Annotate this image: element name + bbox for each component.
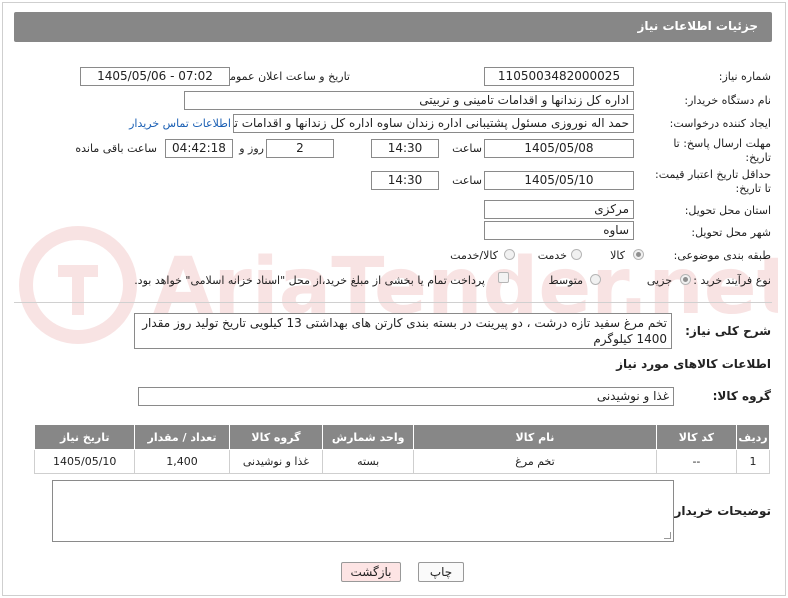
price-validity-label-date: تا تاریخ: [735, 182, 771, 195]
process-option-medium: متوسط [548, 274, 583, 287]
buyer-notes-textarea[interactable] [52, 480, 674, 542]
goods-group-label: گروه کالا: [712, 389, 771, 403]
price-validity-label: حداقل تاریخ اعتبار قیمت: [655, 168, 771, 181]
province-field: مرکزی [484, 200, 634, 219]
price-validity-time-field: 14:30 [371, 171, 439, 190]
col-goods-code: کد کالا [655, 424, 738, 450]
deadline-label-date: تاریخ: [745, 151, 771, 164]
category-radio-service[interactable] [571, 249, 582, 260]
col-goods-name: نام کالا [413, 424, 657, 450]
col-unit: واحد شمارش [322, 424, 415, 450]
days-label: روز و [239, 142, 264, 155]
col-goods-group: گروه کالا [228, 424, 324, 450]
requester-field: حمد اله نوروزی مسئول پشتیبانی اداره زندا… [233, 114, 634, 133]
col-need-date: تاریخ نیاز [33, 424, 136, 450]
cell-goods-group: غذا و نوشیدنی [228, 449, 324, 474]
buyer-org-label: نام دستگاه خریدار: [684, 94, 771, 107]
days-remaining-field: 2 [266, 139, 334, 158]
city-field: ساوه [484, 221, 634, 240]
cell-need-date: 1405/05/10 [33, 449, 136, 474]
process-radio-partial[interactable] [680, 274, 691, 285]
buyer-contact-link[interactable]: اطلاعات تماس خریدار [129, 117, 231, 130]
deadline-date-field: 1405/05/08 [484, 139, 634, 158]
process-radio-medium[interactable] [590, 274, 601, 285]
price-validity-date-field: 1405/05/10 [484, 171, 634, 190]
price-validity-time-label: ساعت [452, 174, 482, 187]
category-radio-goods-service[interactable] [504, 249, 515, 260]
print-button[interactable]: چاپ [418, 562, 464, 582]
page-header: جزئیات اطلاعات نیاز [14, 12, 772, 42]
page-title: جزئیات اطلاعات نیاز [637, 19, 758, 33]
table-header-row: ردیف کد کالا نام کالا واحد شمارش گروه کا… [33, 424, 770, 450]
city-label: شهر محل تحویل: [691, 226, 771, 239]
cell-quantity: 1,400 [134, 449, 230, 474]
back-button[interactable]: بازگشت [341, 562, 401, 582]
remaining-time-field: 04:42:18 [165, 139, 233, 158]
treasury-payment-note: پرداخت تمام یا بخشی از مبلغ خرید،از محل … [134, 274, 485, 287]
remaining-time-label: ساعت باقی مانده [75, 142, 157, 155]
col-row-number: ردیف [736, 424, 770, 450]
announce-date-label: تاریخ و ساعت اعلان عمومی: [217, 70, 350, 83]
cell-unit: بسته [322, 449, 415, 474]
category-option-goods-service: کالا/خدمت [450, 249, 498, 262]
goods-table: ردیف کد کالا نام کالا واحد شمارش گروه کا… [33, 424, 770, 474]
goods-section-title: اطلاعات کالاهای مورد نیاز [616, 357, 771, 371]
cell-goods-name: تخم مرغ [413, 449, 657, 474]
requester-label: ایجاد کننده درخواست: [669, 117, 771, 130]
separator [14, 302, 772, 303]
category-option-goods: کالا [610, 249, 625, 262]
province-label: استان محل تحویل: [684, 204, 771, 217]
category-option-service: خدمت [537, 249, 567, 262]
buyer-notes-label: توضیحات خریدار: [669, 504, 771, 518]
resize-grip-icon [664, 532, 671, 539]
treasury-payment-checkbox[interactable] [498, 272, 509, 283]
category-label: طبقه بندی موضوعی: [673, 249, 771, 262]
announce-date-field: 1405/05/06 - 07:02 [80, 67, 230, 86]
table-row: 1 -- تخم مرغ بسته غذا و نوشیدنی 1,400 14… [33, 449, 770, 474]
cell-goods-code: -- [655, 449, 738, 474]
cell-row-number: 1 [736, 449, 770, 474]
deadline-time-label: ساعت [452, 142, 482, 155]
need-number-label: شماره نیاز: [718, 70, 771, 83]
deadline-label: مهلت ارسال پاسخ: تا [673, 137, 771, 150]
goods-group-field: غذا و نوشیدنی [138, 387, 674, 406]
description-textarea[interactable]: تخم مرغ سفید تازه درشت ، دو پیرینت در بس… [134, 313, 672, 349]
buyer-org-field: اداره کل زندانها و اقدامات تامینی و تربی… [184, 91, 634, 110]
need-number-field: 1105003482000025 [484, 67, 634, 86]
process-option-partial: جزیی [646, 274, 672, 287]
col-quantity: تعداد / مقدار [134, 424, 230, 450]
deadline-time-field: 14:30 [371, 139, 439, 158]
process-type-label: نوع فرآیند خرید : [693, 274, 771, 287]
category-radio-goods[interactable] [633, 249, 644, 260]
description-label: شرح کلی نیاز: [685, 324, 771, 338]
